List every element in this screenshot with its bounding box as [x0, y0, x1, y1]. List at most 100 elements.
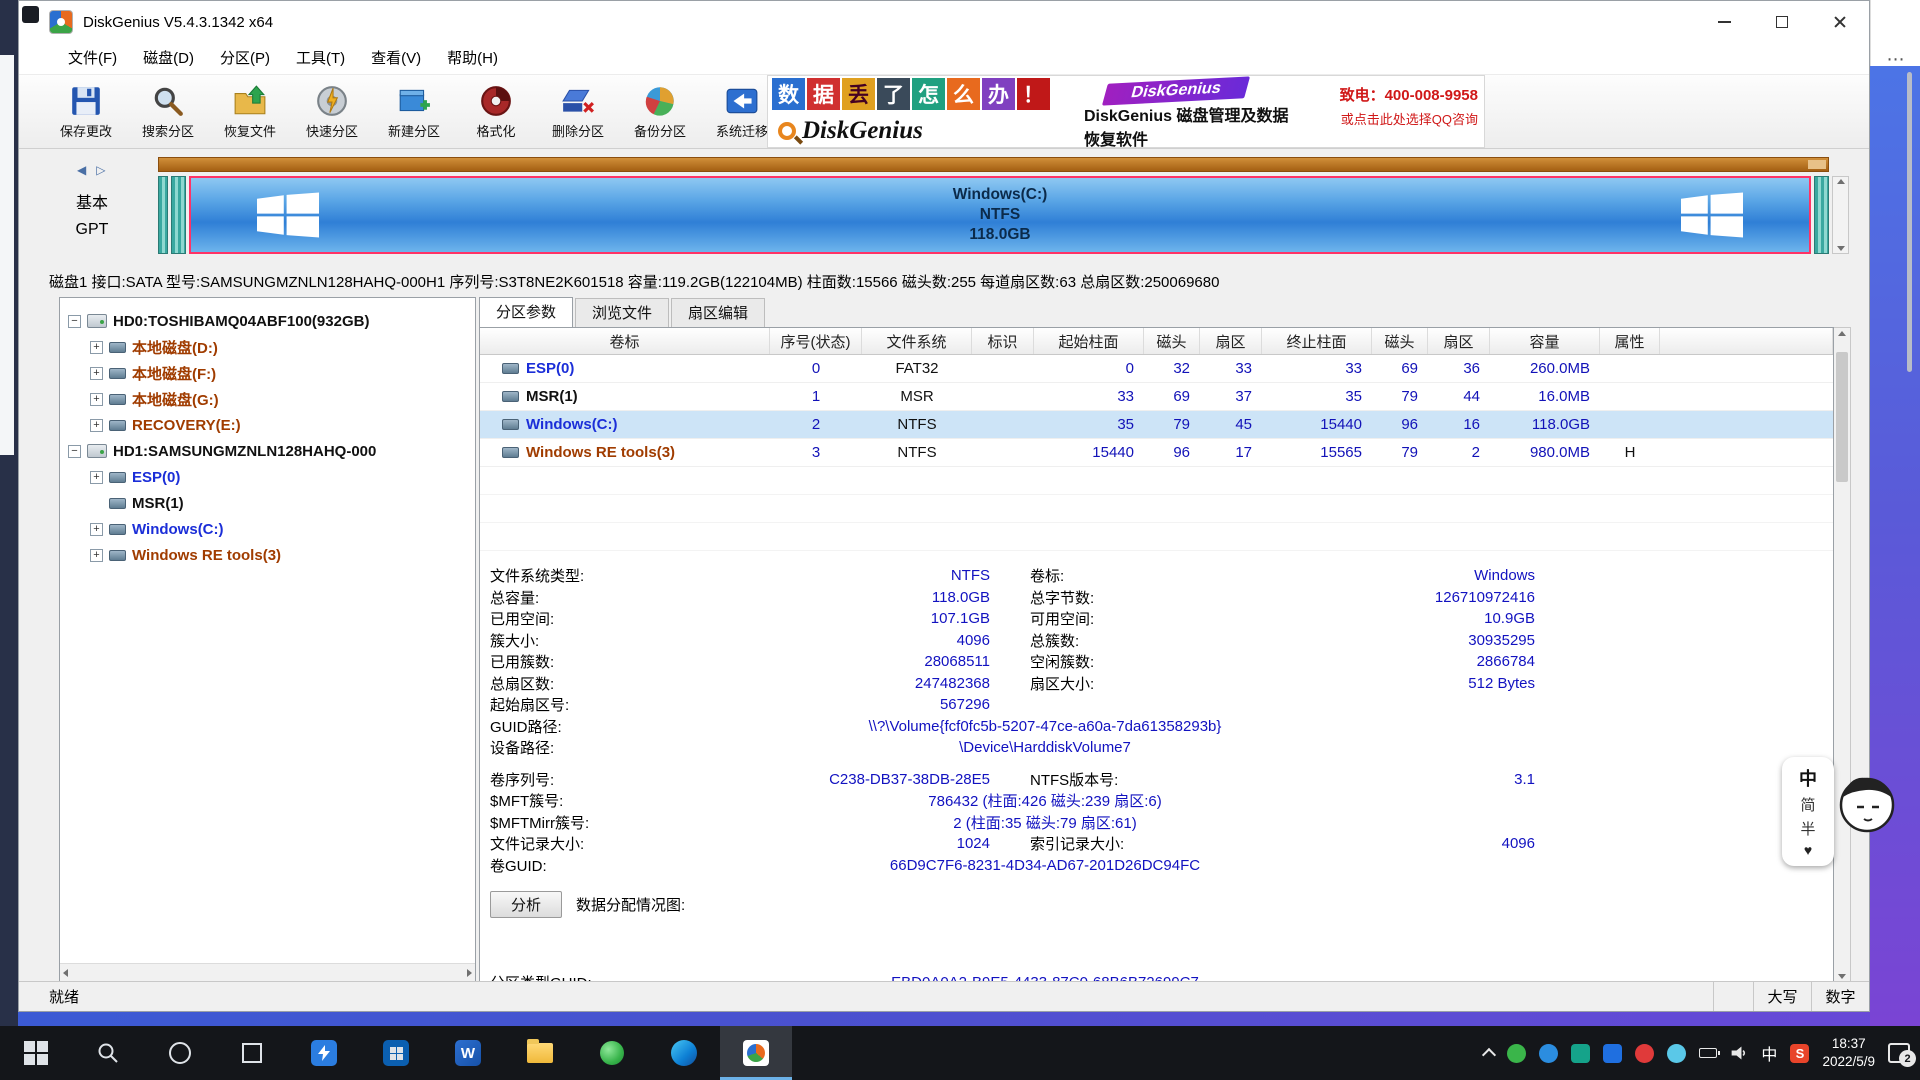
tray-360-icon[interactable]	[1667, 1044, 1686, 1063]
sogou-icon[interactable]: S	[1790, 1044, 1809, 1063]
next-disk-arrow-icon[interactable]: ▷	[96, 163, 105, 177]
menu-partition[interactable]: 分区(P)	[207, 43, 283, 75]
taskbar-app-edge[interactable]	[648, 1026, 720, 1080]
column-header-head2[interactable]: 磁头	[1372, 328, 1428, 354]
task-view-button[interactable]	[216, 1026, 288, 1080]
column-header-fs[interactable]: 文件系统	[862, 328, 972, 354]
scroll-down-icon[interactable]	[1838, 974, 1846, 979]
taskbar-app-meeting[interactable]	[288, 1026, 360, 1080]
taskbar-app-store[interactable]	[360, 1026, 432, 1080]
battery-icon[interactable]	[1699, 1048, 1717, 1058]
table-row-msr[interactable]: MSR(1) 1 MSR 33 69 37 35 79 44 16.0MB	[480, 383, 1833, 411]
taskbar-clock[interactable]: 18:37 2022/5/9	[1822, 1035, 1875, 1071]
expand-icon[interactable]	[90, 419, 103, 432]
backup-partition-button[interactable]: 备份分区	[621, 78, 699, 146]
action-center-button[interactable]: 2	[1888, 1043, 1910, 1063]
quick-partition-button[interactable]: 快速分区	[293, 78, 371, 146]
table-row-windows-c[interactable]: Windows(C:) 2 NTFS 35 79 45 15440 96 16 …	[480, 411, 1833, 439]
expand-icon[interactable]	[90, 471, 103, 484]
start-button[interactable]	[0, 1026, 72, 1080]
menu-file[interactable]: 文件(F)	[55, 43, 130, 75]
tree-item-hd1[interactable]: HD1:SAMSUNGMZNLN128HAHQ-000	[60, 438, 475, 464]
ad-contact[interactable]: 致电：400-008-9958 或点击此处选择QQ咨询	[1302, 76, 1484, 147]
tray-qq-icon[interactable]	[1603, 1044, 1622, 1063]
new-partition-button[interactable]: 新建分区	[375, 78, 453, 146]
recover-files-button[interactable]: 恢复文件	[211, 78, 289, 146]
file-explorer-button[interactable]	[504, 1026, 576, 1080]
taskbar-app-browser[interactable]	[576, 1026, 648, 1080]
column-header-head[interactable]: 磁头	[1144, 328, 1200, 354]
tree-item-recovery-e[interactable]: RECOVERY(E:)	[60, 412, 475, 438]
scroll-up-icon[interactable]	[1838, 331, 1846, 336]
tray-expand-icon[interactable]	[1482, 1048, 1496, 1062]
ad-qq-link[interactable]: 或点击此处选择QQ咨询	[1302, 109, 1478, 128]
tray-security-icon[interactable]	[1635, 1044, 1654, 1063]
menu-help[interactable]: 帮助(H)	[434, 43, 511, 75]
scroll-left-icon[interactable]	[63, 969, 68, 977]
tree-item-esp[interactable]: ESP(0)	[60, 464, 475, 490]
table-row-esp[interactable]: ESP(0) 0 FAT32 0 32 33 33 69 36 260.0MB	[480, 355, 1833, 383]
tree-item-hd0[interactable]: HD0:TOSHIBAMQ04ABF100(932GB)	[60, 308, 475, 334]
tab-partition-params[interactable]: 分区参数	[479, 297, 573, 327]
analyze-button[interactable]: 分析	[490, 891, 562, 918]
column-header-end-cyl[interactable]: 终止柱面	[1262, 328, 1372, 354]
menu-view[interactable]: 查看(V)	[358, 43, 434, 75]
tree-horizontal-scrollbar[interactable]	[60, 963, 475, 982]
column-header-flag[interactable]: 标识	[972, 328, 1034, 354]
scroll-right-icon[interactable]	[467, 969, 472, 977]
tray-app-icon[interactable]	[1571, 1044, 1590, 1063]
collapse-icon[interactable]	[68, 445, 81, 458]
tree-item-windows-re-tools[interactable]: Windows RE tools(3)	[60, 542, 475, 568]
column-header-sector[interactable]: 扇区	[1200, 328, 1262, 354]
tree-item-msr[interactable]: MSR(1)	[60, 490, 475, 516]
column-header-capacity[interactable]: 容量	[1490, 328, 1600, 354]
tab-browse-files[interactable]: 浏览文件	[575, 298, 669, 327]
hd0-disk-strip[interactable]	[158, 157, 1829, 172]
format-button[interactable]: 格式化	[457, 78, 535, 146]
expand-icon[interactable]	[90, 523, 103, 536]
scrollbar-thumb[interactable]	[1836, 352, 1848, 482]
scroll-up-icon[interactable]	[1837, 179, 1845, 184]
expand-icon[interactable]	[90, 367, 103, 380]
taskbar-search-button[interactable]	[72, 1026, 144, 1080]
tab-sector-edit[interactable]: 扇区编辑	[671, 298, 765, 327]
disk-map-scrollbar[interactable]	[1832, 176, 1849, 254]
menu-tools[interactable]: 工具(T)	[283, 43, 358, 75]
tree-item-windows-c[interactable]: Windows(C:)	[60, 516, 475, 542]
column-header-volume[interactable]: 卷标	[480, 328, 770, 354]
ime-status-widget[interactable]: 中 简 半 ♥	[1782, 757, 1898, 866]
save-changes-button[interactable]: 保存更改	[47, 78, 125, 146]
delete-partition-button[interactable]: 删除分区	[539, 78, 617, 146]
search-partition-button[interactable]: 搜索分区	[129, 78, 207, 146]
menu-disk[interactable]: 磁盘(D)	[130, 43, 207, 75]
prev-disk-arrow-icon[interactable]: ◀	[77, 163, 86, 177]
volume-icon[interactable]	[1730, 1044, 1748, 1062]
tree-item-local-disk-g[interactable]: 本地磁盘(G:)	[60, 386, 475, 412]
collapse-icon[interactable]	[68, 315, 81, 328]
scroll-down-icon[interactable]	[1837, 246, 1845, 251]
close-button[interactable]	[1811, 1, 1869, 43]
msr-partition-block[interactable]	[171, 176, 186, 254]
taskbar-app-word[interactable]: W	[432, 1026, 504, 1080]
expand-icon[interactable]	[90, 549, 103, 562]
expand-icon[interactable]	[90, 393, 103, 406]
tree-item-local-disk-f[interactable]: 本地磁盘(F:)	[60, 360, 475, 386]
tree-item-local-disk-d[interactable]: 本地磁盘(D:)	[60, 334, 475, 360]
maximize-button[interactable]	[1753, 1, 1811, 43]
cartoon-face-icon[interactable]	[1836, 765, 1898, 849]
content-vertical-scrollbar[interactable]	[1834, 327, 1851, 983]
ime-mode-pill[interactable]: 中 简 半 ♥	[1782, 757, 1834, 866]
esp-partition-block[interactable]	[158, 176, 168, 254]
windows-c-partition-block[interactable]: Windows(C:) NTFS 118.0GB	[189, 176, 1811, 254]
column-header-attr[interactable]: 属性	[1600, 328, 1660, 354]
ad-banner[interactable]: 数 据 丢 了 怎 么 办 ！ DiskGenius Dis	[767, 75, 1485, 148]
taskbar-app-diskgenius[interactable]	[720, 1026, 792, 1080]
column-header-start-cyl[interactable]: 起始柱面	[1034, 328, 1144, 354]
cortana-button[interactable]	[144, 1026, 216, 1080]
expand-icon[interactable]	[90, 341, 103, 354]
recovery-partition-block[interactable]	[1814, 176, 1829, 254]
background-scrollbar[interactable]	[1907, 72, 1912, 372]
column-header-sector2[interactable]: 扇区	[1428, 328, 1490, 354]
minimize-button[interactable]	[1695, 1, 1753, 43]
column-header-seq[interactable]: 序号(状态)	[770, 328, 862, 354]
